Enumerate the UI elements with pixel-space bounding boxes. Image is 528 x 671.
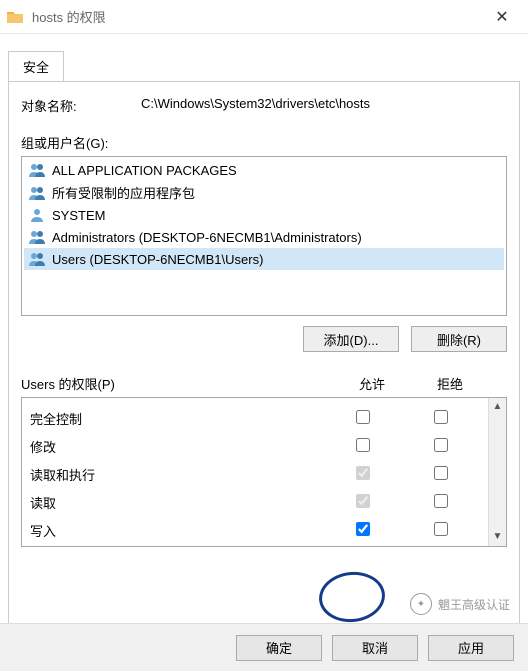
allow-checkbox <box>356 466 370 480</box>
dialog-footer: 确定 取消 应用 <box>0 623 528 671</box>
tab-security[interactable]: 安全 <box>8 51 64 82</box>
permission-row: 修改 <box>30 432 480 460</box>
list-item[interactable]: Users (DESKTOP-6NECMB1\Users) <box>24 248 504 270</box>
window-title: hosts 的权限 <box>32 7 482 26</box>
permission-name: 完全控制 <box>30 409 324 428</box>
deny-checkbox[interactable] <box>434 494 448 508</box>
scroll-down-icon[interactable]: ▼ <box>489 528 506 546</box>
tab-strip: 安全 <box>0 34 528 81</box>
list-item-label: Users (DESKTOP-6NECMB1\Users) <box>52 252 263 267</box>
folder-icon <box>6 8 24 26</box>
object-name-label: 对象名称: <box>21 96 141 115</box>
groups-label: 组或用户名(G): <box>21 133 507 152</box>
close-button[interactable]: ✕ <box>482 7 522 27</box>
scrollbar[interactable]: ▲ ▼ <box>488 398 506 546</box>
remove-button[interactable]: 删除(R) <box>411 326 507 352</box>
object-name-value: C:\Windows\System32\drivers\etc\hosts <box>141 96 507 115</box>
tab-panel: 对象名称: C:\Windows\System32\drivers\etc\ho… <box>8 81 520 635</box>
group-icon <box>28 161 46 179</box>
list-item[interactable]: Administrators (DESKTOP-6NECMB1\Administ… <box>24 226 504 248</box>
list-item[interactable]: 所有受限制的应用程序包 <box>24 181 504 204</box>
list-item-label: 所有受限制的应用程序包 <box>52 183 195 202</box>
allow-checkbox[interactable] <box>356 522 370 536</box>
group-icon <box>28 184 46 202</box>
deny-checkbox[interactable] <box>434 466 448 480</box>
add-button[interactable]: 添加(D)... <box>303 326 399 352</box>
ok-button[interactable]: 确定 <box>236 635 322 661</box>
list-item[interactable]: SYSTEM <box>24 204 504 226</box>
permission-row: 读取 <box>30 488 480 516</box>
user-icon <box>28 206 46 224</box>
wechat-icon: ✦ <box>410 593 432 615</box>
permissions-box: 完全控制修改读取和执行读取写入 ▲ ▼ <box>21 397 507 547</box>
watermark-text: 魍王高级认证 <box>438 596 510 613</box>
deny-checkbox[interactable] <box>434 438 448 452</box>
permission-row: 读取和执行 <box>30 460 480 488</box>
permission-name: 读取和执行 <box>30 465 324 484</box>
permission-name: 读取 <box>30 493 324 512</box>
permission-row: 完全控制 <box>30 404 480 432</box>
permission-row: 写入 <box>30 516 480 544</box>
cancel-button[interactable]: 取消 <box>332 635 418 661</box>
allow-column-header: 允许 <box>333 374 411 393</box>
groups-listbox[interactable]: ALL APPLICATION PACKAGES 所有受限制的应用程序包 SYSTE… <box>21 156 507 316</box>
group-icon <box>28 250 46 268</box>
scroll-up-icon[interactable]: ▲ <box>489 398 506 416</box>
hand-drawn-circle-annotation <box>317 569 388 626</box>
allow-checkbox <box>356 494 370 508</box>
deny-checkbox[interactable] <box>434 410 448 424</box>
permission-name: 修改 <box>30 437 324 456</box>
list-item-label: SYSTEM <box>52 208 105 223</box>
titlebar: hosts 的权限 ✕ <box>0 0 528 34</box>
watermark: ✦ 魍王高级认证 <box>410 593 510 615</box>
apply-button[interactable]: 应用 <box>428 635 514 661</box>
list-item-label: ALL APPLICATION PACKAGES <box>52 163 237 178</box>
permission-name: 写入 <box>30 521 324 540</box>
allow-checkbox[interactable] <box>356 410 370 424</box>
deny-column-header: 拒绝 <box>411 374 489 393</box>
allow-checkbox[interactable] <box>356 438 370 452</box>
list-item[interactable]: ALL APPLICATION PACKAGES <box>24 159 504 181</box>
deny-checkbox[interactable] <box>434 522 448 536</box>
permissions-label: Users 的权限(P) <box>21 374 333 393</box>
list-item-label: Administrators (DESKTOP-6NECMB1\Administ… <box>52 230 362 245</box>
group-icon <box>28 228 46 246</box>
